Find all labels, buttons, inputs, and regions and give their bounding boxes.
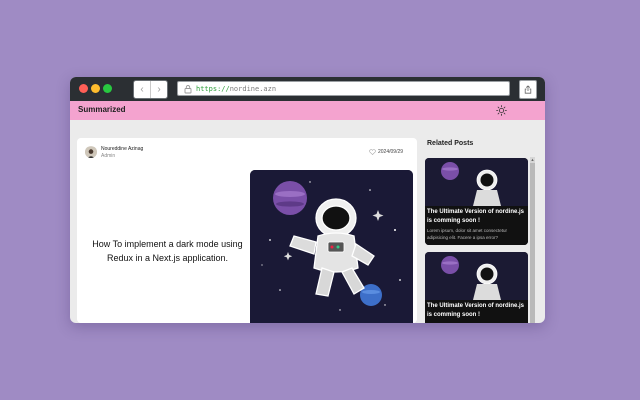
author-avatar [85, 146, 97, 158]
post-card: Noureddine Azinag Admin 2024/09/29 How T… [77, 138, 417, 323]
forward-button[interactable]: › [150, 81, 167, 98]
related-post-title[interactable]: The Ultimate Version of nordine.js is co… [427, 208, 525, 226]
minimize-window-button[interactable] [91, 84, 100, 93]
post-hero-image [250, 170, 413, 323]
related-post-excerpt: Lorem ipsum, dolor sit amet consectetur … [427, 228, 508, 240]
astronaut-illustration [250, 170, 413, 323]
close-window-button[interactable] [79, 84, 88, 93]
url-protocol: https:// [196, 84, 230, 93]
author-role: Admin [101, 153, 116, 159]
sun-icon[interactable] [496, 105, 507, 116]
related-post-title[interactable]: The Ultimate Version of nordine.js is co… [427, 302, 525, 320]
related-posts-heading: Related Posts [427, 140, 474, 147]
post-date: 2024/09/29 [369, 149, 403, 155]
heart-icon[interactable] [369, 149, 376, 155]
maximize-window-button[interactable] [103, 84, 112, 93]
app-header: Summarized [70, 101, 545, 120]
scrollbar-thumb[interactable] [530, 163, 535, 323]
scroll-up-icon[interactable]: ▲ [530, 157, 535, 162]
browser-titlebar: ‹ › https:// nordine.azn [70, 77, 545, 101]
site-brand[interactable]: Summarized [78, 105, 126, 114]
share-button[interactable] [519, 80, 537, 99]
url-host: nordine.azn [229, 84, 277, 93]
author-name[interactable]: Noureddine Azinag [101, 146, 143, 152]
share-icon [524, 85, 532, 94]
related-post-card[interactable]: The Ultimate Version of nordine.js is co… [425, 158, 528, 245]
post-title[interactable]: How To implement a dark mode using Redux… [85, 237, 250, 265]
address-bar[interactable]: https:// nordine.azn [177, 81, 510, 96]
lock-icon [184, 84, 192, 93]
navigation-buttons: ‹ › [133, 80, 168, 99]
related-post-card[interactable]: The Ultimate Version of nordine.js is co… [425, 252, 528, 323]
browser-window: ‹ › https:// nordine.azn Summarized Nour… [70, 77, 545, 323]
back-button[interactable]: ‹ [134, 81, 150, 98]
sidebar-scrollbar[interactable]: ▲ [530, 157, 535, 323]
post-date-text: 2024/09/29 [378, 149, 404, 155]
